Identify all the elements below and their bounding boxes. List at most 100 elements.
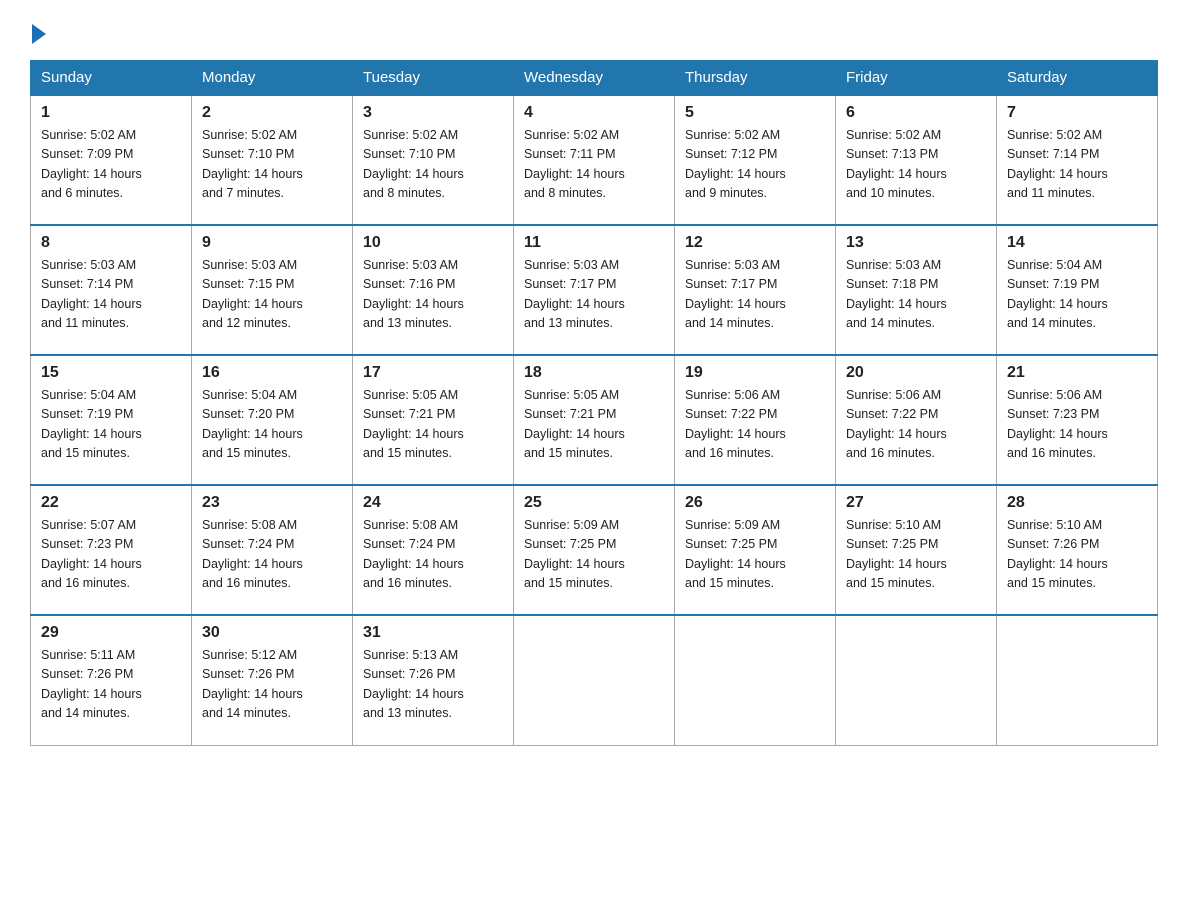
weekday-header-tuesday: Tuesday (353, 61, 514, 96)
calendar-cell: 10 Sunrise: 5:03 AMSunset: 7:16 PMDayligh… (353, 225, 514, 355)
day-number: 31 (363, 624, 503, 642)
calendar-cell: 15Sunrise: 5:04 AMSunset: 7:19 PMDayligh… (31, 355, 192, 485)
weekday-header-friday: Friday (836, 61, 997, 96)
day-number: 13 (846, 234, 986, 252)
day-info: Sunrise: 5:03 AMSunset: 7:16 PMDaylight:… (363, 256, 503, 334)
page-header (30, 20, 1158, 44)
calendar-week-2: 8 Sunrise: 5:03 AMSunset: 7:14 PMDaylight… (31, 225, 1158, 355)
day-info: Sunrise: 5:03 AMSunset: 7:14 PMDaylight:… (41, 256, 181, 334)
day-number: 18 (524, 364, 664, 382)
calendar-cell: 17Sunrise: 5:05 AMSunset: 7:21 PMDayligh… (353, 355, 514, 485)
calendar-cell: 30 Sunrise: 5:12 AMSunset: 7:26 PMDayligh… (192, 615, 353, 745)
calendar-cell (997, 615, 1158, 745)
calendar-cell: 1 Sunrise: 5:02 AMSunset: 7:09 PMDaylight… (31, 95, 192, 225)
day-info: Sunrise: 5:06 AMSunset: 7:22 PMDaylight:… (846, 386, 986, 464)
calendar-cell: 18 Sunrise: 5:05 AMSunset: 7:21 PMDayligh… (514, 355, 675, 485)
calendar-cell (675, 615, 836, 745)
calendar-cell: 8 Sunrise: 5:03 AMSunset: 7:14 PMDaylight… (31, 225, 192, 355)
calendar-cell: 16Sunrise: 5:04 AMSunset: 7:20 PMDayligh… (192, 355, 353, 485)
day-info: Sunrise: 5:11 AMSunset: 7:26 PMDaylight:… (41, 646, 181, 724)
calendar-cell: 2 Sunrise: 5:02 AMSunset: 7:10 PMDaylight… (192, 95, 353, 225)
day-info: Sunrise: 5:03 AMSunset: 7:15 PMDaylight:… (202, 256, 342, 334)
calendar-cell: 26 Sunrise: 5:09 AMSunset: 7:25 PMDayligh… (675, 485, 836, 615)
weekday-header-wednesday: Wednesday (514, 61, 675, 96)
day-info: Sunrise: 5:12 AMSunset: 7:26 PMDaylight:… (202, 646, 342, 724)
calendar-cell: 25 Sunrise: 5:09 AMSunset: 7:25 PMDayligh… (514, 485, 675, 615)
day-info: Sunrise: 5:02 AMSunset: 7:13 PMDaylight:… (846, 126, 986, 204)
day-number: 22 (41, 494, 181, 512)
calendar-cell: 20 Sunrise: 5:06 AMSunset: 7:22 PMDayligh… (836, 355, 997, 485)
day-number: 3 (363, 104, 503, 122)
calendar-header: SundayMondayTuesdayWednesdayThursdayFrid… (31, 61, 1158, 96)
day-number: 6 (846, 104, 986, 122)
calendar-week-5: 29 Sunrise: 5:11 AMSunset: 7:26 PMDayligh… (31, 615, 1158, 745)
day-info: Sunrise: 5:08 AMSunset: 7:24 PMDaylight:… (202, 516, 342, 594)
day-info: Sunrise: 5:06 AMSunset: 7:23 PMDaylight:… (1007, 386, 1147, 464)
day-info: Sunrise: 5:09 AMSunset: 7:25 PMDaylight:… (524, 516, 664, 594)
calendar-cell (836, 615, 997, 745)
calendar-table: SundayMondayTuesdayWednesdayThursdayFrid… (30, 60, 1158, 746)
weekday-header-saturday: Saturday (997, 61, 1158, 96)
day-info: Sunrise: 5:06 AMSunset: 7:22 PMDaylight:… (685, 386, 825, 464)
day-number: 23 (202, 494, 342, 512)
day-info: Sunrise: 5:02 AMSunset: 7:10 PMDaylight:… (202, 126, 342, 204)
day-number: 27 (846, 494, 986, 512)
logo (30, 20, 46, 44)
day-number: 7 (1007, 104, 1147, 122)
day-number: 30 (202, 624, 342, 642)
day-info: Sunrise: 5:03 AMSunset: 7:17 PMDaylight:… (685, 256, 825, 334)
day-number: 25 (524, 494, 664, 512)
day-info: Sunrise: 5:07 AMSunset: 7:23 PMDaylight:… (41, 516, 181, 594)
day-info: Sunrise: 5:10 AMSunset: 7:25 PMDaylight:… (846, 516, 986, 594)
day-number: 1 (41, 104, 181, 122)
day-number: 24 (363, 494, 503, 512)
day-number: 28 (1007, 494, 1147, 512)
calendar-cell: 9 Sunrise: 5:03 AMSunset: 7:15 PMDaylight… (192, 225, 353, 355)
day-info: Sunrise: 5:03 AMSunset: 7:17 PMDaylight:… (524, 256, 664, 334)
day-info: Sunrise: 5:13 AMSunset: 7:26 PMDaylight:… (363, 646, 503, 724)
calendar-cell: 22 Sunrise: 5:07 AMSunset: 7:23 PMDayligh… (31, 485, 192, 615)
calendar-cell: 24 Sunrise: 5:08 AMSunset: 7:24 PMDayligh… (353, 485, 514, 615)
day-number: 20 (846, 364, 986, 382)
weekday-header-sunday: Sunday (31, 61, 192, 96)
day-number: 10 (363, 234, 503, 252)
logo-arrow-icon (32, 24, 46, 44)
day-number: 2 (202, 104, 342, 122)
day-info: Sunrise: 5:03 AMSunset: 7:18 PMDaylight:… (846, 256, 986, 334)
day-info: Sunrise: 5:02 AMSunset: 7:09 PMDaylight:… (41, 126, 181, 204)
calendar-cell: 4 Sunrise: 5:02 AMSunset: 7:11 PMDaylight… (514, 95, 675, 225)
calendar-cell: 31 Sunrise: 5:13 AMSunset: 7:26 PMDayligh… (353, 615, 514, 745)
calendar-cell: 11Sunrise: 5:03 AMSunset: 7:17 PMDayligh… (514, 225, 675, 355)
calendar-cell: 21 Sunrise: 5:06 AMSunset: 7:23 PMDayligh… (997, 355, 1158, 485)
day-number: 21 (1007, 364, 1147, 382)
calendar-cell: 23 Sunrise: 5:08 AMSunset: 7:24 PMDayligh… (192, 485, 353, 615)
day-number: 4 (524, 104, 664, 122)
day-number: 12 (685, 234, 825, 252)
day-number: 8 (41, 234, 181, 252)
day-info: Sunrise: 5:02 AMSunset: 7:10 PMDaylight:… (363, 126, 503, 204)
calendar-cell: 7Sunrise: 5:02 AMSunset: 7:14 PMDaylight… (997, 95, 1158, 225)
calendar-week-4: 22 Sunrise: 5:07 AMSunset: 7:23 PMDayligh… (31, 485, 1158, 615)
day-number: 9 (202, 234, 342, 252)
day-info: Sunrise: 5:09 AMSunset: 7:25 PMDaylight:… (685, 516, 825, 594)
calendar-cell: 28Sunrise: 5:10 AMSunset: 7:26 PMDayligh… (997, 485, 1158, 615)
day-info: Sunrise: 5:05 AMSunset: 7:21 PMDaylight:… (363, 386, 503, 464)
calendar-cell: 29 Sunrise: 5:11 AMSunset: 7:26 PMDayligh… (31, 615, 192, 745)
calendar-cell: 6 Sunrise: 5:02 AMSunset: 7:13 PMDaylight… (836, 95, 997, 225)
day-number: 26 (685, 494, 825, 512)
calendar-cell: 12 Sunrise: 5:03 AMSunset: 7:17 PMDayligh… (675, 225, 836, 355)
day-number: 5 (685, 104, 825, 122)
calendar-cell: 14Sunrise: 5:04 AMSunset: 7:19 PMDayligh… (997, 225, 1158, 355)
weekday-header-monday: Monday (192, 61, 353, 96)
calendar-cell: 27 Sunrise: 5:10 AMSunset: 7:25 PMDayligh… (836, 485, 997, 615)
day-info: Sunrise: 5:04 AMSunset: 7:19 PMDaylight:… (1007, 256, 1147, 334)
day-info: Sunrise: 5:05 AMSunset: 7:21 PMDaylight:… (524, 386, 664, 464)
calendar-cell (514, 615, 675, 745)
calendar-cell: 19Sunrise: 5:06 AMSunset: 7:22 PMDayligh… (675, 355, 836, 485)
day-number: 29 (41, 624, 181, 642)
day-info: Sunrise: 5:08 AMSunset: 7:24 PMDaylight:… (363, 516, 503, 594)
day-info: Sunrise: 5:04 AMSunset: 7:20 PMDaylight:… (202, 386, 342, 464)
day-number: 15 (41, 364, 181, 382)
weekday-header-thursday: Thursday (675, 61, 836, 96)
day-info: Sunrise: 5:02 AMSunset: 7:11 PMDaylight:… (524, 126, 664, 204)
